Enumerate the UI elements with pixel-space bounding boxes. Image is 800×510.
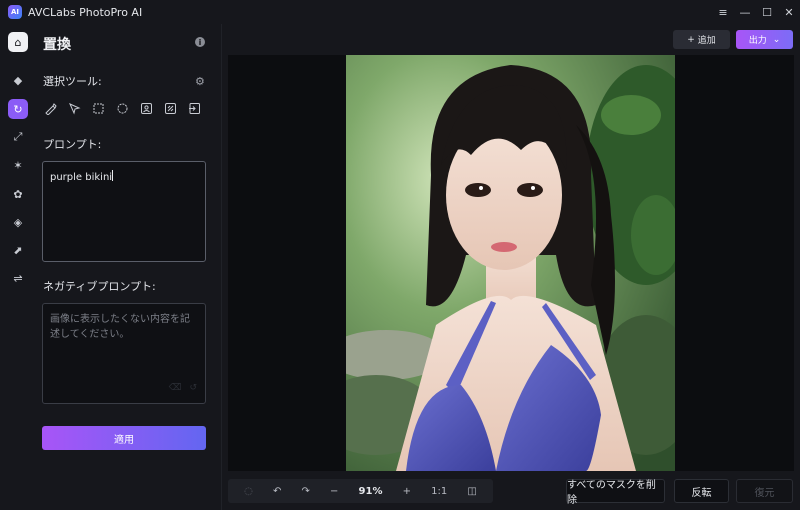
close-icon[interactable]: ✕ [778,0,800,24]
brush-tool-icon[interactable] [42,100,58,116]
rectangle-tool-icon[interactable] [90,100,106,116]
title-bar: AI AVCLabs PhotoPro AI ≡ — ☐ ✕ [0,0,800,24]
image-canvas[interactable] [228,55,794,471]
minimize-icon[interactable]: — [734,0,756,24]
portrait-photo-image [346,55,675,471]
app-logo-icon: AI [8,5,22,19]
rail-portrait-icon[interactable]: ✶ [8,155,28,175]
undo-icon[interactable]: ↶ [273,486,281,497]
actual-size-button[interactable]: 1:1 [431,486,447,497]
clear-icon[interactable]: ⌫ [169,381,182,396]
textbox-corner-icons: ⌫ ↺ [169,381,197,396]
redo-icon[interactable]: ↷ [301,486,309,497]
app-title: AVCLabs PhotoPro AI [28,5,143,19]
window-controls: ≡ — ☐ ✕ [712,0,800,24]
apply-button[interactable]: 適用 [42,426,206,450]
plus-icon: + [687,34,695,45]
zoom-out-icon[interactable]: − [330,486,338,497]
compare-icon[interactable]: ◫ [467,486,476,497]
replace-panel: 置換 i 選択ツール: ⚙ プロンプト: purple bikini ネガティブ… [36,24,222,510]
add-label: 追加 [697,36,716,46]
rail-expand-icon[interactable]: ⬈ [8,240,28,260]
bottom-toolbar: ◌ ↶ ↷ − 91% + 1:1 ◫ すべてのマスクを削除 反転 復元 [222,471,800,510]
clear-all-masks-button[interactable]: すべてのマスクを削除 [566,479,665,506]
negative-prompt-placeholder: 画像に表示したくない内容を記述してください。 [50,314,190,340]
menu-icon[interactable]: ≡ [712,0,734,24]
restore-button[interactable]: 復元 [736,479,793,503]
rail-upscale-icon[interactable]: ⤢ [8,127,28,147]
lasso-icon[interactable]: ◌ [244,486,253,497]
info-icon[interactable]: i [195,37,205,47]
rail-eraser-icon[interactable]: ◆ [8,70,28,90]
text-caret [112,170,114,181]
export-button[interactable]: 出力 ⌄ [736,30,793,49]
zoom-in-icon[interactable]: + [403,486,411,497]
pattern-select-icon[interactable] [162,100,178,116]
add-button[interactable]: + 追加 [673,30,730,49]
history-icon[interactable]: ↺ [189,381,197,396]
prompt-label: プロンプト: [43,138,102,151]
prompt-input[interactable]: purple bikini [42,161,206,262]
rail-face-icon[interactable]: ✿ [8,184,28,204]
rail-home-icon[interactable]: ⌂ [8,32,28,52]
top-action-bar: + 追加 出力 ⌄ [222,24,800,55]
photo-preview[interactable] [346,55,675,471]
rail-adjust-icon[interactable]: ⇌ [8,268,28,288]
rail-fill-icon[interactable]: ◈ [8,212,28,232]
maximize-icon[interactable]: ☐ [756,0,778,24]
zoom-value: 91% [358,485,383,497]
person-select-icon[interactable] [138,100,154,116]
rail-replace-icon[interactable]: ↻ [8,99,28,119]
chevron-down-icon: ⌄ [772,34,781,45]
ellipse-tool-icon[interactable] [114,100,130,116]
invert-button[interactable]: 反転 [674,479,729,503]
negative-prompt-input[interactable]: 画像に表示したくない内容を記述してください。 ⌫ ↺ [42,303,206,404]
selection-tools [42,100,202,116]
prompt-text: purple bikini [50,172,113,183]
export-label: 出力 [748,36,767,46]
pointer-tool-icon[interactable] [66,100,82,116]
panel-title: 置換 [43,37,71,53]
tool-rail: ⌂ ◆ ↻ ⤢ ✶ ✿ ◈ ⬈ ⇌ [0,24,36,510]
selection-tools-label: 選択ツール: [43,75,102,88]
zoom-controls: ◌ ↶ ↷ − 91% + 1:1 ◫ [228,479,493,503]
gear-icon[interactable]: ⚙ [195,75,205,88]
import-mask-icon[interactable] [186,100,202,116]
negative-prompt-label: ネガティブプロンプト: [43,280,156,293]
